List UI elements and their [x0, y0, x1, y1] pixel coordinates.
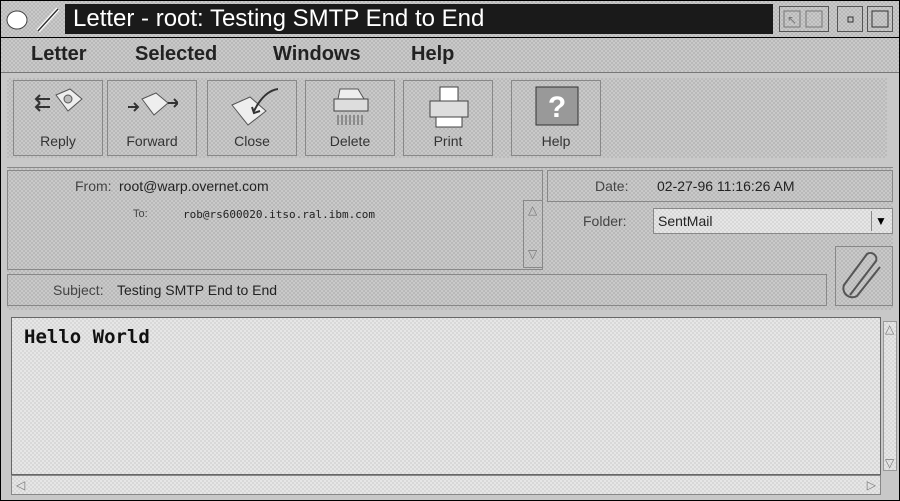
scroll-down-icon[interactable]: ▽ [528, 247, 537, 261]
reply-icon [34, 85, 84, 131]
folder-dropdown[interactable]: SentMail ▼ [653, 208, 893, 234]
menu-windows[interactable]: Windows [273, 43, 361, 66]
from-label: From: [75, 178, 112, 194]
menu-help[interactable]: Help [411, 43, 454, 66]
to-scrollbar[interactable]: △ ▽ [523, 200, 543, 268]
delete-label: Delete [329, 133, 371, 149]
scroll-right-icon[interactable]: ▷ [867, 478, 876, 492]
message-text[interactable]: Hello World [24, 326, 150, 348]
delete-button[interactable]: Delete [305, 80, 395, 156]
vertical-scrollbar[interactable]: △ ▽ [883, 321, 897, 471]
maximize-button[interactable] [867, 6, 893, 32]
reply-label: Reply [40, 133, 76, 149]
minimize-button[interactable] [837, 6, 863, 32]
scroll-down-icon[interactable]: ▽ [885, 456, 894, 470]
print-button[interactable]: Print [403, 80, 493, 156]
help-icon: ? [532, 85, 582, 131]
title-bar[interactable]: Letter - root: Testing SMTP End to End ↖ [1, 1, 899, 38]
forward-button[interactable]: Forward [107, 80, 197, 156]
letter-window: Letter - root: Testing SMTP End to End ↖… [0, 0, 900, 501]
help-button[interactable]: ? Help [511, 80, 601, 156]
forward-icon [128, 85, 180, 131]
to-label: To: [133, 208, 148, 220]
system-menu-icon[interactable] [5, 7, 31, 31]
close-envelope-icon [228, 85, 279, 131]
date-label: Date: [595, 178, 629, 194]
pencil-icon [35, 7, 61, 33]
from-value: root@warp.overnet.com [119, 178, 269, 194]
horizontal-scrollbar[interactable]: ◁ ▷ [11, 475, 881, 495]
menu-letter[interactable]: Letter [31, 43, 87, 66]
subject-label: Subject: [53, 282, 104, 298]
window-title: Letter - root: Testing SMTP End to End [65, 4, 773, 34]
scroll-up-icon[interactable]: △ [885, 322, 894, 336]
chevron-down-icon[interactable]: ▼ [871, 211, 890, 231]
subject-value: Testing SMTP End to End [117, 282, 278, 298]
svg-text:↖: ↖ [787, 13, 797, 27]
to-value: rob@rs600020.itso.ral.ibm.com [183, 208, 376, 221]
close-button[interactable]: Close [207, 80, 297, 156]
shredder-icon [326, 85, 376, 131]
print-label: Print [433, 133, 463, 149]
date-value: 02-27-96 11:16:26 AM [657, 178, 795, 194]
menu-selected[interactable]: Selected [135, 43, 217, 66]
folder-value: SentMail [658, 213, 713, 229]
scroll-left-icon[interactable]: ◁ [16, 478, 25, 492]
close-label: Close [234, 133, 270, 149]
toolbar: Reply Forward Close Delete Print ? Help [7, 78, 887, 158]
help-label: Help [541, 133, 571, 149]
svg-text:?: ? [548, 91, 566, 124]
forward-label: Forward [126, 133, 178, 149]
folder-label: Folder: [583, 213, 627, 229]
reply-button[interactable]: Reply [13, 80, 103, 156]
message-header: From: root@warp.overnet.com To: rob@rs60… [7, 167, 893, 310]
attachment-button[interactable] [835, 246, 893, 306]
menu-bar: Letter Selected Windows Help [1, 38, 899, 73]
printer-icon [424, 85, 474, 131]
hide-button[interactable]: ↖ [779, 6, 829, 32]
message-body[interactable]: Hello World [11, 317, 881, 475]
paperclip-icon [842, 251, 881, 299]
scroll-up-icon[interactable]: △ [528, 203, 537, 217]
